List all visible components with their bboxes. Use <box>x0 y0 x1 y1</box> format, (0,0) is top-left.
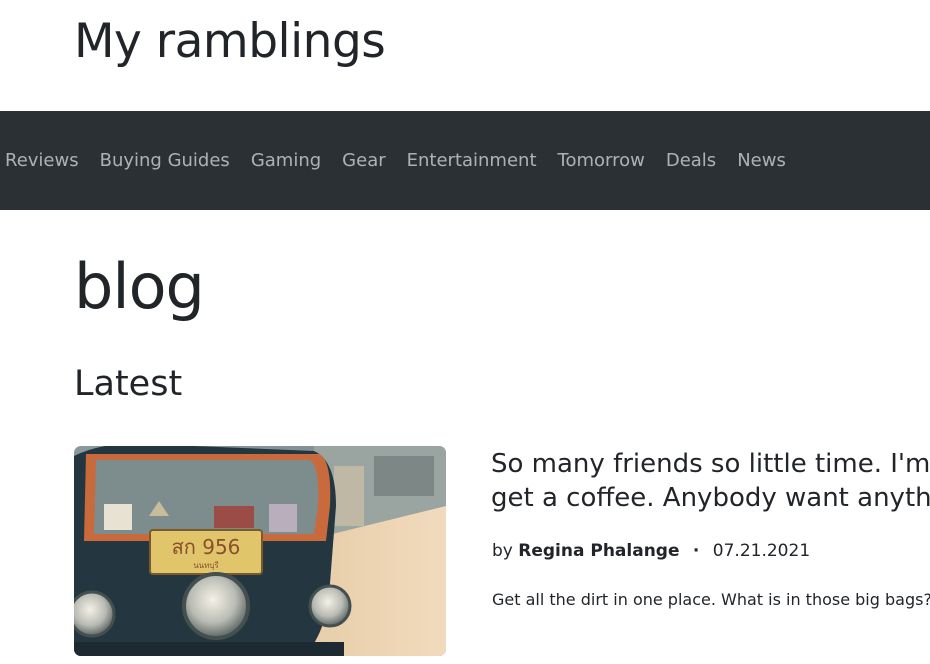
post-thumbnail[interactable]: สก 956 นนทบุรี <box>74 446 446 656</box>
post-excerpt: Get all the dirt in one place. What is i… <box>492 590 930 609</box>
post-meta: by Regina Phalange · 07.21.2021 <box>492 540 810 562</box>
nav-item-gaming[interactable]: Gaming <box>251 150 321 171</box>
nav-item-reviews[interactable]: Reviews <box>5 150 79 171</box>
nav-item-gear[interactable]: Gear <box>342 150 385 171</box>
post-author[interactable]: Regina Phalange <box>518 541 679 561</box>
nav-item-news[interactable]: News <box>737 150 786 171</box>
nav-item-tomorrow[interactable]: Tomorrow <box>558 150 645 171</box>
nav-item-deals[interactable]: Deals <box>666 150 716 171</box>
post-title[interactable]: So many friends so little time. I'm goin… <box>491 447 930 515</box>
section-heading-latest: Latest <box>74 364 183 404</box>
main-navbar: Reviews Buying Guides Gaming Gear Entert… <box>0 111 930 210</box>
nav-item-buying-guides[interactable]: Buying Guides <box>100 150 230 171</box>
license-plate-number: สก 956 <box>172 535 241 559</box>
license-plate-province: นนทบุรี <box>193 561 219 570</box>
site-title[interactable]: My ramblings <box>74 14 386 70</box>
post-by-label: by <box>492 541 519 561</box>
page-heading: blog <box>74 250 205 323</box>
meta-separator: · <box>692 541 700 561</box>
nav-item-entertainment[interactable]: Entertainment <box>407 150 537 171</box>
tuk-tuk-photo: สก 956 นนทบุรี <box>74 446 446 656</box>
post-date: 07.21.2021 <box>712 541 811 561</box>
